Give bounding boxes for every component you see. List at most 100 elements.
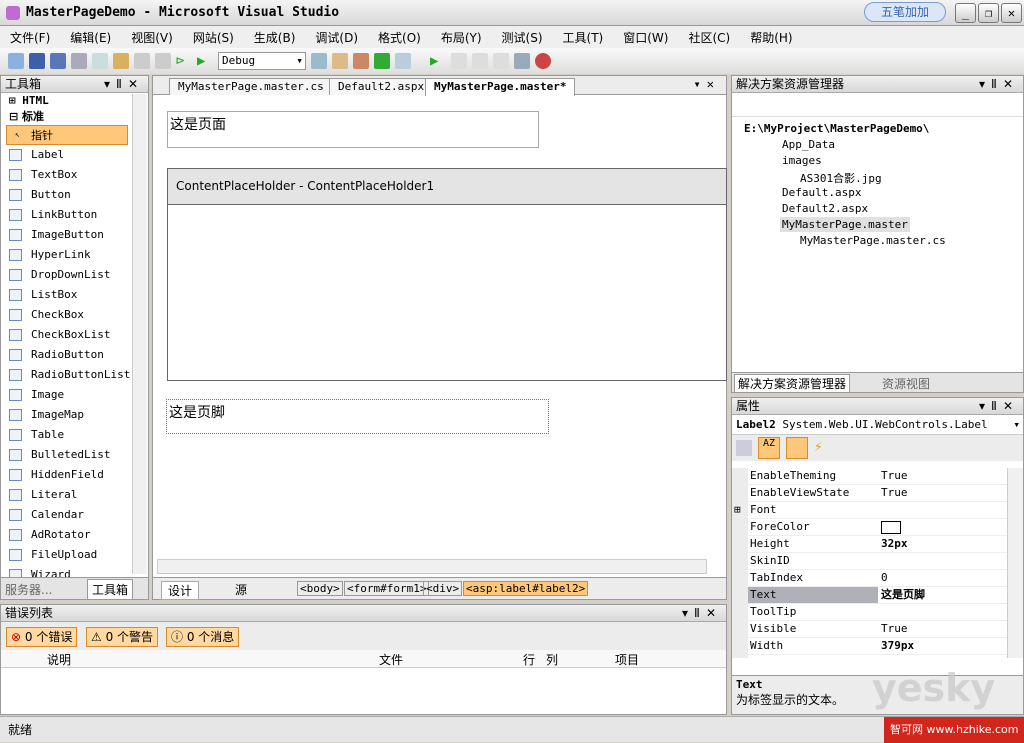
stop-icon[interactable] bbox=[472, 53, 488, 69]
toolbox-item[interactable]: ImageButton bbox=[1, 225, 148, 245]
tree-master-cs[interactable]: MyMasterPage.master.cs bbox=[800, 234, 946, 247]
toolbox-item[interactable]: BulletedList bbox=[1, 445, 148, 465]
breadcrumb-body[interactable]: <body> bbox=[297, 581, 343, 596]
property-value[interactable]: 0 bbox=[881, 570, 888, 586]
breadcrumb-label[interactable]: <asp:label#label2> bbox=[463, 581, 589, 596]
toolbox-item[interactable]: Label bbox=[1, 145, 148, 165]
tab-resource-view[interactable]: 资源视图 bbox=[882, 375, 930, 392]
alphabetical-icon[interactable]: AZ bbox=[758, 437, 780, 459]
property-row[interactable]: Font ⊞ bbox=[734, 502, 1007, 519]
menu-website[interactable]: 网站(S) bbox=[193, 29, 234, 46]
property-value[interactable]: 32px bbox=[881, 536, 908, 552]
breadcrumb-div[interactable]: <div> bbox=[423, 581, 463, 596]
property-row[interactable]: Text 这是页脚 bbox=[748, 587, 1007, 604]
toolbox-item[interactable]: Calendar bbox=[1, 505, 148, 525]
breadcrumb-form[interactable]: <form#form1> bbox=[344, 581, 430, 596]
toolbox-item[interactable]: FileUpload bbox=[1, 545, 148, 565]
panel-controls[interactable]: ▾Ⅱ✕ bbox=[682, 605, 722, 621]
menu-view[interactable]: 视图(V) bbox=[131, 29, 173, 46]
tree-jpg[interactable]: AS301合影.jpg bbox=[800, 170, 882, 186]
warnings-filter-button[interactable]: ⚠ 0 个警告 bbox=[86, 627, 159, 647]
tree-app-data[interactable]: App_Data bbox=[782, 138, 835, 151]
tree-default[interactable]: Default.aspx bbox=[782, 186, 861, 199]
tab-master-cs[interactable]: MyMasterPage.master.cs bbox=[169, 78, 333, 95]
tree-project[interactable]: E:\MyProject\MasterPageDemo\ bbox=[744, 122, 929, 135]
toolbox-item[interactable]: HiddenField bbox=[1, 465, 148, 485]
toolbox-item[interactable]: CheckBox bbox=[1, 305, 148, 325]
color-swatch[interactable] bbox=[881, 521, 901, 534]
menu-community[interactable]: 社区(C) bbox=[688, 29, 730, 46]
property-value[interactable]: 这是页脚 bbox=[881, 587, 925, 603]
paste-icon[interactable] bbox=[113, 53, 129, 69]
start-icon[interactable]: ▶ bbox=[197, 53, 213, 69]
config-select[interactable]: Debug bbox=[218, 52, 306, 70]
col-file[interactable]: 文件 bbox=[379, 651, 403, 668]
pause-icon[interactable] bbox=[451, 53, 467, 69]
events-icon[interactable]: ⚡ bbox=[814, 439, 822, 455]
col-column[interactable]: 列 bbox=[546, 651, 558, 668]
object-selector[interactable]: Label2 System.Web.UI.WebControls.Label ▾ bbox=[732, 415, 1023, 435]
tools-icon[interactable] bbox=[353, 53, 369, 69]
tab-master[interactable]: MyMasterPage.master* bbox=[425, 78, 576, 96]
run-icon[interactable]: ▶ bbox=[430, 53, 446, 69]
copy-icon[interactable] bbox=[92, 53, 108, 69]
new-project-icon[interactable] bbox=[8, 53, 24, 69]
messages-filter-button[interactable]: ⓘ 0 个消息 bbox=[166, 627, 240, 647]
toolbox-item[interactable]: LinkButton bbox=[1, 205, 148, 225]
menu-help[interactable]: 帮助(H) bbox=[750, 29, 792, 46]
tab-toolbox[interactable]: 工具箱 bbox=[87, 579, 134, 600]
errors-filter-button[interactable]: ⊗ 0 个错误 bbox=[6, 627, 78, 647]
ime-badge[interactable]: 五笔加加 bbox=[864, 2, 946, 22]
save-icon[interactable] bbox=[29, 53, 45, 69]
breakpoints-icon[interactable] bbox=[514, 53, 530, 69]
col-description[interactable]: 说明 bbox=[47, 651, 71, 668]
toolbox-item[interactable]: Literal bbox=[1, 485, 148, 505]
menu-format[interactable]: 格式(O) bbox=[378, 29, 421, 46]
menu-window[interactable]: 窗口(W) bbox=[623, 29, 668, 46]
tab-server-explorer[interactable]: 服务器... bbox=[5, 581, 52, 598]
horizontal-scrollbar[interactable] bbox=[157, 559, 707, 574]
categorized-icon[interactable] bbox=[736, 440, 752, 456]
redo-icon[interactable] bbox=[155, 53, 171, 69]
step-icon[interactable]: ⊳ bbox=[176, 53, 192, 69]
toolbox-item[interactable]: RadioButton bbox=[1, 345, 148, 365]
view-source-tab[interactable]: 源 bbox=[223, 581, 247, 598]
toolbox-item[interactable]: TextBox bbox=[1, 165, 148, 185]
tab-default2[interactable]: Default2.aspx bbox=[329, 78, 434, 95]
toolbox-item[interactable]: ListBox bbox=[1, 285, 148, 305]
toolbox-item[interactable]: Image bbox=[1, 385, 148, 405]
restart-icon[interactable] bbox=[493, 53, 509, 69]
toolbox-item[interactable]: Table bbox=[1, 425, 148, 445]
property-row[interactable]: EnableViewState True bbox=[748, 485, 1007, 502]
tree-default2[interactable]: Default2.aspx bbox=[782, 202, 868, 215]
property-row[interactable]: ToolTip bbox=[748, 604, 1007, 621]
properties-icon[interactable] bbox=[332, 53, 348, 69]
toolbox-group-html[interactable]: ⊞ HTML bbox=[1, 93, 148, 109]
toolbox-item[interactable]: RadioButtonList bbox=[1, 365, 148, 385]
tree-master[interactable]: MyMasterPage.master bbox=[780, 217, 910, 232]
toolbox-group-standard[interactable]: ⊟ 标准 bbox=[1, 109, 148, 125]
property-row[interactable]: ForeColor bbox=[748, 519, 1007, 536]
property-row[interactable]: Width 379px bbox=[748, 638, 1007, 655]
minimize-button[interactable]: _ bbox=[955, 3, 976, 23]
property-value[interactable]: 379px bbox=[881, 638, 914, 654]
panel-controls[interactable]: ▾Ⅱ✕ bbox=[979, 398, 1019, 414]
panel-controls[interactable]: ▾Ⅱ✕ bbox=[979, 76, 1019, 92]
menu-debug[interactable]: 调试(D) bbox=[315, 29, 358, 46]
property-value[interactable]: True bbox=[881, 621, 908, 637]
expand-icon[interactable]: ⊞ bbox=[734, 502, 741, 518]
toolbox-item[interactable]: Button bbox=[1, 185, 148, 205]
panel-controls[interactable]: ▾Ⅱ✕ bbox=[104, 76, 144, 92]
save-all-icon[interactable] bbox=[50, 53, 66, 69]
find-icon[interactable] bbox=[311, 53, 327, 69]
properties-view-icon[interactable] bbox=[786, 437, 808, 459]
menu-test[interactable]: 测试(S) bbox=[502, 29, 543, 46]
record-icon[interactable] bbox=[535, 53, 551, 69]
property-value[interactable]: True bbox=[881, 485, 908, 501]
property-row[interactable]: TabIndex 0 bbox=[748, 570, 1007, 587]
close-button[interactable]: ✕ bbox=[1001, 3, 1022, 23]
toolbox-item[interactable]: ImageMap bbox=[1, 405, 148, 425]
toolbox-item[interactable]: HyperLink bbox=[1, 245, 148, 265]
menu-edit[interactable]: 编辑(E) bbox=[70, 29, 111, 46]
header-label[interactable]: 这是页面 bbox=[167, 111, 539, 148]
